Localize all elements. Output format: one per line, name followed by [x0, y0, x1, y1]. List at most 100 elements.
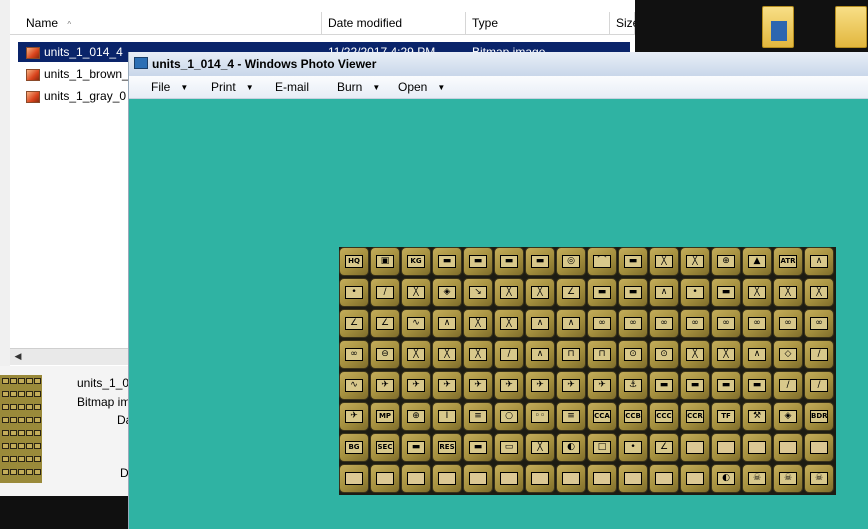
thumbnail-cell	[18, 469, 25, 475]
unit-counter: □	[587, 433, 617, 462]
menu-file[interactable]: File ▼	[151, 80, 188, 95]
unit-symbol: ≡	[469, 410, 487, 423]
file-name: units_1_014_4	[44, 45, 123, 59]
thumbnail-cell	[18, 378, 25, 384]
file-row[interactable]: units_1_brown_c	[18, 64, 138, 84]
unit-symbol: ∧	[531, 348, 549, 361]
column-header-type[interactable]: Type	[466, 12, 610, 34]
unit-symbol: ∿	[407, 317, 425, 330]
unit-symbol	[438, 472, 456, 485]
thumbnail-cell	[26, 417, 33, 423]
menu-open[interactable]: Open ▼	[398, 80, 445, 95]
unit-symbol: ✈	[500, 379, 518, 392]
unit-symbol: ∧	[531, 317, 549, 330]
unit-counter: ∞	[339, 340, 369, 369]
unit-symbol: ╳	[686, 348, 704, 361]
unit-symbol: ╳	[655, 255, 673, 268]
unit-counter: ▬	[463, 433, 493, 462]
unit-counter: ╳	[401, 278, 431, 307]
image-thumbnail	[0, 375, 42, 483]
unit-symbol: ◦◦	[531, 410, 549, 423]
unit-counter: ╳	[711, 340, 741, 369]
thumbnail-cell	[2, 378, 9, 384]
horizontal-scrollbar[interactable]: ◀	[10, 348, 130, 365]
unit-symbol: BG	[345, 441, 363, 454]
thumbnail-cell	[2, 456, 9, 462]
bitmap-file-icon	[26, 46, 40, 59]
unit-counter: ∧	[556, 309, 586, 338]
menu-print[interactable]: Print ▼	[211, 80, 254, 95]
unit-symbol: ◈	[779, 410, 797, 423]
unit-counter	[401, 464, 431, 493]
unit-symbol: •	[624, 441, 642, 454]
unit-counter: ∕	[494, 340, 524, 369]
unit-counter: ∠	[649, 433, 679, 462]
unit-counter: ∿	[401, 309, 431, 338]
column-header-size[interactable]: Size	[610, 12, 639, 34]
unit-counter: ∞	[680, 309, 710, 338]
unit-counter: ☠	[804, 464, 834, 493]
thumbnail-cell	[2, 404, 9, 410]
unit-symbol: ⊓	[593, 348, 611, 361]
unit-symbol	[810, 441, 828, 454]
scroll-left-icon[interactable]: ◀	[12, 350, 24, 363]
unit-symbol: ∞	[779, 317, 797, 330]
unit-counter: ✈	[339, 402, 369, 431]
folder-icon[interactable]	[835, 6, 867, 48]
unit-counter: ✈	[494, 371, 524, 400]
unit-symbol: I	[438, 410, 456, 423]
unit-counter: ∞	[618, 309, 648, 338]
photo-viewer-icon	[134, 57, 148, 69]
unit-counter: ∞	[649, 309, 679, 338]
unit-symbol	[345, 472, 363, 485]
unit-counter: ∞	[742, 309, 772, 338]
unit-counter	[587, 464, 617, 493]
thumbnail-cell	[10, 417, 17, 423]
unit-symbol: ◎	[562, 255, 580, 268]
folder-icon[interactable]	[762, 6, 794, 48]
unit-symbol: ▬	[624, 286, 642, 299]
unit-symbol: ▭	[500, 441, 518, 454]
unit-symbol: ▬	[717, 379, 735, 392]
unit-symbol	[624, 472, 642, 485]
unit-counter: ∞	[804, 309, 834, 338]
unit-counter: ∧	[804, 247, 834, 276]
unit-counter: ∠	[370, 309, 400, 338]
unit-counter: CCA	[587, 402, 617, 431]
unit-symbol: ▬	[655, 379, 673, 392]
unit-counter: ▬	[618, 278, 648, 307]
unit-counter: ⊖	[370, 340, 400, 369]
chevron-down-icon: ▼	[245, 82, 254, 92]
thumbnail-cell	[18, 391, 25, 397]
unit-counter: ◈	[773, 402, 803, 431]
unit-counter: ∞	[711, 309, 741, 338]
unit-symbol: ╳	[686, 255, 704, 268]
unit-counter: ▣	[370, 247, 400, 276]
unit-counter	[742, 433, 772, 462]
thumbnail-cell	[2, 430, 9, 436]
unit-counter: RES	[432, 433, 462, 462]
unit-symbol: CCB	[624, 410, 642, 423]
unit-symbol: ▲	[748, 255, 766, 268]
unit-counter: ✈	[525, 371, 555, 400]
unit-counter: ✈	[370, 371, 400, 400]
unit-counter: ○	[494, 402, 524, 431]
menu-email[interactable]: E-mail	[275, 80, 309, 94]
unit-symbol: ∿	[345, 379, 363, 392]
column-header-date-modified[interactable]: Date modified	[322, 12, 466, 34]
desktop-background	[635, 0, 868, 52]
file-name: units_1_gray_0	[44, 89, 127, 103]
unit-counter: ◇	[773, 340, 803, 369]
unit-counter: ☠	[742, 464, 772, 493]
unit-counter: ▬	[494, 247, 524, 276]
unit-counter: ▬	[587, 278, 617, 307]
unit-counter: ╳	[649, 247, 679, 276]
unit-symbol: ∧	[810, 255, 828, 268]
menu-burn[interactable]: Burn ▼	[337, 80, 380, 95]
taskbar-fragment	[0, 496, 128, 529]
unit-counter: SEC	[370, 433, 400, 462]
file-row[interactable]: units_1_gray_0	[18, 86, 138, 106]
thumbnail-cell	[26, 469, 33, 475]
thumbnail-cell	[18, 456, 25, 462]
column-header-name[interactable]: Name ^	[10, 12, 322, 34]
